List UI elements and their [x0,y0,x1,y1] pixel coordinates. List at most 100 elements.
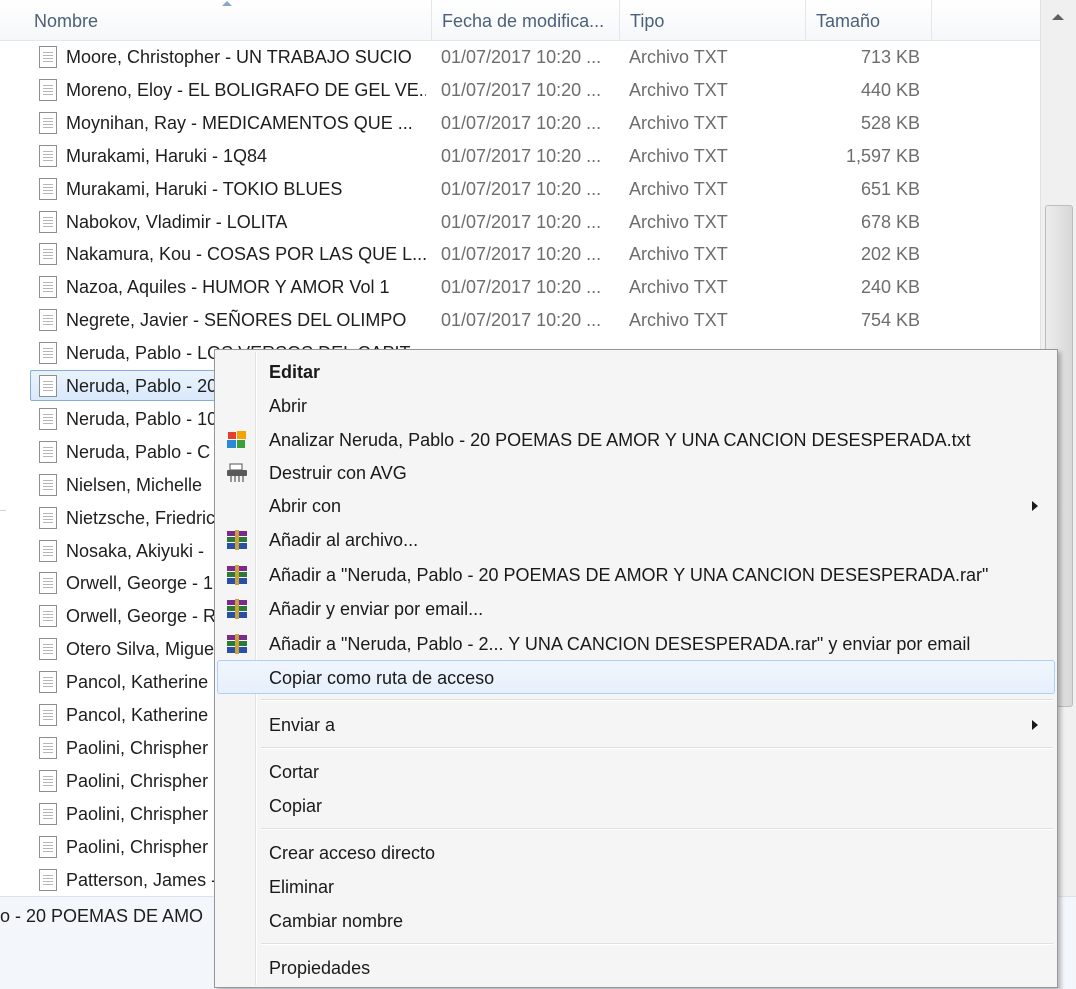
menu-label: Añadir al archivo... [269,530,419,550]
text-file-icon [39,737,57,759]
menu-label: Eliminar [269,877,335,897]
winrar-books-icon [227,565,247,585]
menu-item-cambiar-nombre[interactable]: Cambiar nombre [217,903,1055,937]
context-menu: Editar Abrir Analizar Neruda, Pablo - 20… [214,349,1058,988]
column-date-header[interactable]: Fecha de modifica... [432,0,620,40]
avg-logo-icon [227,431,246,448]
menu-separator [261,699,1053,701]
file-type: Archivo TXT [629,244,728,264]
text-file-icon [39,671,57,693]
file-row[interactable]: Murakami, Haruki - 1Q84 01/07/2017 10:20 … [30,140,1030,171]
file-type: Archivo TXT [629,277,728,297]
menu-label: Editar [269,362,321,382]
menu-item-cortar[interactable]: Cortar [217,754,1055,788]
file-type: Archivo TXT [629,310,728,330]
file-date: 01/07/2017 10:20 ... [441,310,602,330]
file-name: Nabokov, Vladimir - LOLITA [66,212,288,232]
file-size: 678 KB [860,212,920,232]
menu-item-anadir-archivo[interactable]: Añadir al archivo... [217,522,1055,556]
file-type: Archivo TXT [629,113,728,133]
text-file-icon [39,178,57,200]
text-file-icon [39,243,57,265]
text-file-icon [39,507,57,529]
file-row[interactable]: Moreno, Eloy - EL BOLIGRAFO DE GEL VE...… [30,74,1030,105]
winrar-books-icon [227,599,247,619]
file-type: Archivo TXT [629,146,728,166]
submenu-arrow-icon [1032,720,1038,730]
text-file-icon [39,803,57,825]
menu-item-propiedades[interactable]: Propiedades [217,950,1055,984]
menu-label: Analizar Neruda, Pablo - 20 POEMAS DE AM… [269,430,971,450]
column-date-label: Fecha de modifica... [442,11,605,31]
text-file-icon [39,441,57,463]
column-type-header[interactable]: Tipo [620,0,806,40]
menu-item-anadir-rar-email[interactable]: Añadir a "Neruda, Pablo - 2... Y UNA CAN… [217,626,1055,660]
file-size: 440 KB [860,80,920,100]
text-file-icon [39,112,57,134]
file-size: 754 KB [860,310,920,330]
menu-label: Añadir a "Neruda, Pablo - 2... Y UNA CAN… [269,634,971,654]
scroll-up-arrow-icon[interactable] [1041,0,1076,34]
text-file-icon [39,342,57,364]
menu-item-destruir[interactable]: Destruir con AVG [217,455,1055,489]
file-type: Archivo TXT [629,47,728,67]
file-row[interactable]: Moynihan, Ray - MEDICAMENTOS QUE ... 01/0… [30,107,1030,138]
menu-label: Crear acceso directo [269,843,436,863]
shredder-icon [227,463,247,482]
file-type: Archivo TXT [629,212,728,232]
menu-item-editar[interactable]: Editar [217,354,1055,388]
menu-item-eliminar[interactable]: Eliminar [217,869,1055,903]
file-size: 202 KB [860,244,920,264]
menu-label: Propiedades [269,958,371,978]
menu-item-crear-acceso[interactable]: Crear acceso directo [217,835,1055,869]
column-name-header[interactable]: Nombre [24,0,432,40]
menu-item-enviar-a[interactable]: Enviar a [217,707,1055,741]
file-size: 1,597 KB [845,146,920,166]
text-file-icon [39,211,57,233]
file-date: 01/07/2017 10:20 ... [441,244,602,264]
menu-item-anadir-rar[interactable]: Añadir a "Neruda, Pablo - 20 POEMAS DE A… [217,557,1055,591]
file-name: Nakamura, Kou - COSAS POR LAS QUE L... [66,244,426,264]
menu-item-copiar-ruta[interactable]: Copiar como ruta de acceso [217,660,1055,694]
file-name: Murakami, Haruki - 1Q84 [66,146,268,166]
file-date: 01/07/2017 10:20 ... [441,80,602,100]
winrar-books-icon [227,530,247,550]
file-row[interactable]: Murakami, Haruki - TOKIO BLUES 01/07/2017… [30,173,1030,204]
file-name: Moreno, Eloy - EL BOLIGRAFO DE GEL VE... [66,80,426,100]
column-header: Nombre Fecha de modifica... Tipo Tamaño [0,0,1040,41]
file-row[interactable]: Moore, Christopher - UN TRABAJO SUCIO 01/… [30,41,1030,72]
text-file-icon [39,46,57,68]
menu-item-copiar[interactable]: Copiar [217,788,1055,822]
menu-item-abrir[interactable]: Abrir [217,388,1055,422]
file-name: Murakami, Haruki - TOKIO BLUES [66,179,343,199]
file-date: 01/07/2017 10:20 ... [441,146,602,166]
text-file-icon [39,540,57,562]
text-file-icon [39,572,57,594]
text-file-icon [39,375,57,397]
file-name: Nazoa, Aquiles - HUMOR Y AMOR Vol 1 [66,277,390,297]
text-file-icon [39,145,57,167]
menu-label: Abrir [269,396,308,416]
file-size: 651 KB [860,179,920,199]
menu-item-analizar[interactable]: Analizar Neruda, Pablo - 20 POEMAS DE AM… [217,422,1055,456]
text-file-icon [39,605,57,627]
menu-label: Añadir y enviar por email... [269,599,484,619]
file-date: 01/07/2017 10:20 ... [441,277,602,297]
file-row[interactable]: Nakamura, Kou - COSAS POR LAS QUE L... 01… [30,238,1030,269]
selected-file-name: o - 20 POEMAS DE AMO [0,906,204,926]
file-row[interactable]: Negrete, Javier - SEÑORES DEL OLIMPO 01/0… [30,304,1030,335]
file-size: 528 KB [860,113,920,133]
menu-separator [261,747,1053,749]
file-size: 240 KB [860,277,920,297]
menu-label: Añadir a "Neruda, Pablo - 20 POEMAS DE A… [269,565,989,585]
text-file-icon [39,79,57,101]
menu-item-abrir-con[interactable]: Abrir con [217,488,1055,522]
file-date: 01/07/2017 10:20 ... [441,113,602,133]
file-row[interactable]: Nazoa, Aquiles - HUMOR Y AMOR Vol 1 01/07… [30,271,1030,302]
menu-label: Enviar a [269,715,336,735]
file-row[interactable]: Nabokov, Vladimir - LOLITA 01/07/2017 10:… [30,206,1030,237]
winrar-books-icon [227,634,247,654]
file-date: 01/07/2017 10:20 ... [441,179,602,199]
menu-item-anadir-email[interactable]: Añadir y enviar por email... [217,591,1055,625]
column-size-header[interactable]: Tamaño [806,0,932,40]
